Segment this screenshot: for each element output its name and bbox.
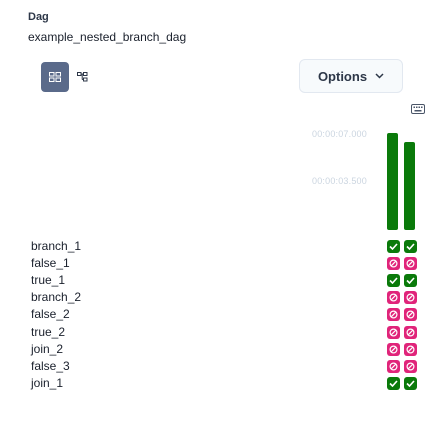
task-instance-skipped[interactable]	[387, 308, 400, 321]
task-instance-skipped[interactable]	[404, 291, 417, 304]
grid-view-button[interactable]	[41, 62, 69, 92]
task-instance-skipped[interactable]	[404, 257, 417, 270]
task-instance-skipped[interactable]	[404, 326, 417, 339]
check-icon	[406, 243, 415, 250]
skipped-icon	[406, 362, 415, 371]
check-icon	[406, 277, 415, 284]
task-instance-success[interactable]	[387, 240, 400, 253]
check-icon	[389, 243, 398, 250]
task-instance-skipped[interactable]	[404, 308, 417, 321]
task-instance-skipped[interactable]	[387, 343, 400, 356]
task-instance-success[interactable]	[404, 240, 417, 253]
task-instance-skipped[interactable]	[404, 360, 417, 373]
task-name[interactable]: branch_2	[31, 289, 81, 305]
task-name[interactable]: branch_1	[31, 238, 81, 254]
check-icon	[389, 380, 398, 387]
task-instance-success[interactable]	[404, 377, 417, 390]
chevron-down-icon	[375, 71, 384, 82]
skipped-icon	[406, 259, 415, 268]
task-name[interactable]: true_2	[31, 324, 65, 340]
graph-view-button[interactable]	[69, 62, 97, 92]
view-toggle	[41, 62, 97, 92]
skipped-icon	[406, 293, 415, 302]
options-button[interactable]: Options	[299, 59, 403, 93]
check-icon	[389, 277, 398, 284]
task-name[interactable]: false_2	[31, 306, 70, 322]
task-instance-skipped[interactable]	[387, 291, 400, 304]
dag-id-title: example_nested_branch_dag	[28, 30, 187, 44]
duration-max-label: 00:00:07.000	[312, 129, 367, 139]
task-instance-success[interactable]	[387, 377, 400, 390]
skipped-icon	[389, 310, 398, 319]
duration-mid-label: 00:00:03.500	[312, 176, 367, 186]
options-label: Options	[317, 68, 368, 84]
task-name[interactable]: join_2	[31, 341, 63, 357]
task-instance-success[interactable]	[387, 274, 400, 287]
task-instance-skipped[interactable]	[387, 326, 400, 339]
skipped-icon	[389, 259, 398, 268]
task-name[interactable]: false_1	[31, 255, 70, 271]
skipped-icon	[406, 328, 415, 337]
graph-view-icon	[77, 72, 88, 82]
task-instance-skipped[interactable]	[387, 257, 400, 270]
skipped-icon	[389, 345, 398, 354]
skipped-icon	[389, 293, 398, 302]
task-name[interactable]: false_3	[31, 358, 70, 374]
grid-view-icon	[49, 72, 61, 82]
task-name[interactable]: true_1	[31, 272, 65, 288]
skipped-icon	[406, 345, 415, 354]
run-duration-bar[interactable]	[404, 142, 415, 230]
run-duration-bar[interactable]	[387, 133, 398, 230]
dag-label: Dag	[28, 11, 49, 23]
task-name[interactable]: join_1	[31, 375, 63, 391]
keyboard-icon[interactable]	[411, 101, 425, 119]
task-instance-skipped[interactable]	[387, 360, 400, 373]
task-instance-success[interactable]	[404, 274, 417, 287]
check-icon	[406, 380, 415, 387]
skipped-icon	[389, 328, 398, 337]
skipped-icon	[406, 310, 415, 319]
skipped-icon	[389, 362, 398, 371]
task-instance-skipped[interactable]	[404, 343, 417, 356]
